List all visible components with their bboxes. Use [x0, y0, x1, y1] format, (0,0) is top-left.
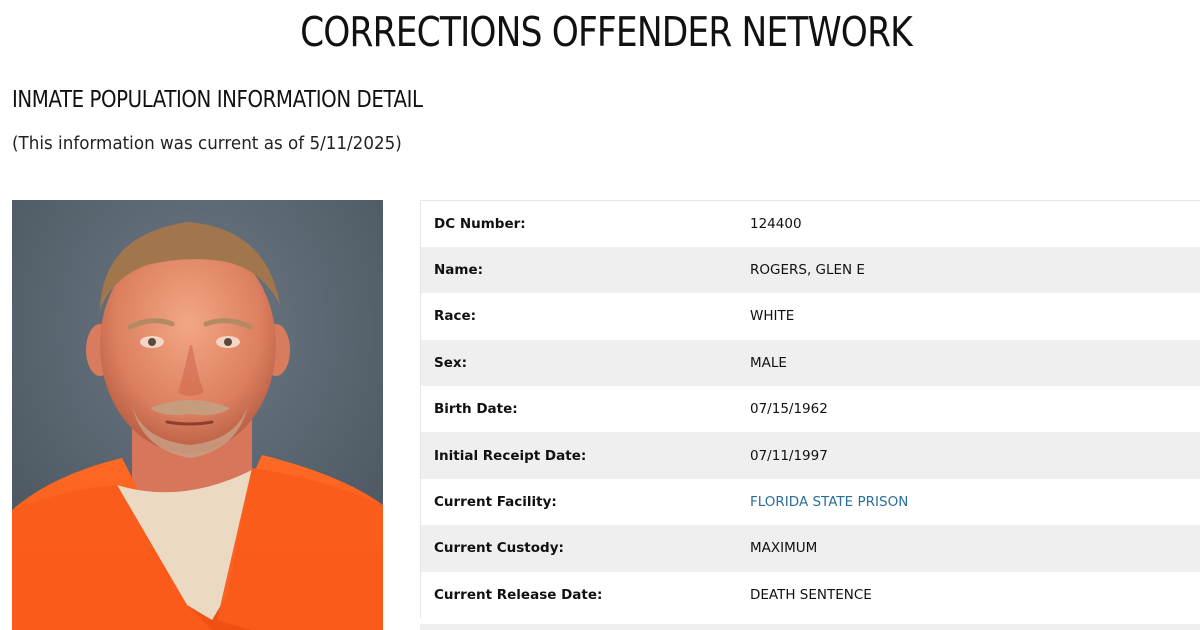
detail-value: MAXIMUM [750, 540, 818, 557]
detail-value: 07/15/1962 [750, 401, 828, 418]
detail-label: Current Facility: [434, 494, 557, 511]
detail-value: DEATH SENTENCE [750, 586, 872, 603]
detail-label: Current Release Date: [434, 586, 603, 603]
inmate-detail-table: DC Number: 124400 Name: ROGERS, GLEN E R… [420, 200, 1200, 619]
page: CORRECTIONS OFFENDER NETWORK INMATE POPU… [0, 0, 1200, 630]
section-heading: INMATE POPULATION INFORMATION DETAIL [12, 87, 423, 113]
detail-value: FLORIDA STATE PRISON [750, 479, 1200, 525]
detail-label: Initial Receipt Date: [434, 447, 587, 464]
detail-row-name: Name: ROGERS, GLEN E [420, 246, 1200, 294]
detail-label: Name: [434, 262, 484, 279]
detail-value: ROGERS, GLEN E [750, 262, 865, 279]
detail-label: Current Custody: [434, 540, 564, 557]
detail-row-dc-number: DC Number: 124400 [420, 200, 1200, 247]
detail-row-current-custody: Current Custody: MAXIMUM [420, 525, 1200, 572]
detail-value: 07/11/1997 [750, 447, 828, 464]
detail-value: WHITE [750, 308, 795, 325]
detail-row-race: Race: WHITE [420, 293, 1200, 340]
site-title: CORRECTIONS OFFENDER NETWORK [300, 8, 913, 56]
detail-row-current-facility: Current Facility: FLORIDA STATE PRISON [420, 478, 1200, 526]
current-facility-link[interactable]: FLORIDA STATE PRISON [750, 494, 908, 510]
current-as-of-note: (This information was current as of 5/11… [12, 133, 402, 154]
detail-value: 124400 [750, 215, 802, 232]
detail-label: DC Number: [434, 215, 526, 232]
detail-label: Sex: [434, 354, 467, 371]
inmate-photo [12, 200, 383, 630]
detail-row-birth-date: Birth Date: 07/15/1962 [420, 386, 1200, 433]
detail-row-sex: Sex: MALE [420, 339, 1200, 387]
detail-row-initial-receipt-date: Initial Receipt Date: 07/11/1997 [420, 432, 1200, 479]
detail-value: MALE [750, 354, 787, 371]
detail-label: Birth Date: [434, 401, 518, 418]
detail-row-partial [420, 624, 1200, 630]
detail-row-current-release-date: Current Release Date: DEATH SENTENCE [420, 571, 1200, 619]
detail-label: Race: [434, 308, 477, 325]
